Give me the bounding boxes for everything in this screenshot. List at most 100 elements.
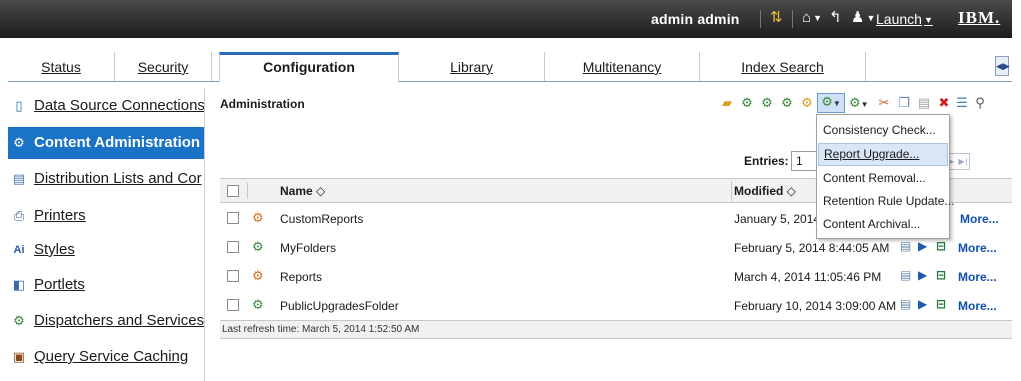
export-folder-icon: ⚙ (252, 268, 264, 283)
home-icon[interactable]: ⌂ ▼ (802, 9, 822, 27)
user-name[interactable]: admin admin (651, 11, 740, 27)
tab-bar: Status Security Configuration Library Mu… (8, 52, 1012, 82)
sidebar-item-portlets[interactable]: ◧ Portlets (8, 269, 204, 301)
sidebar-item-label: Styles (34, 241, 75, 258)
new-folder-icon[interactable]: ▰ (719, 95, 735, 111)
sidebar-item-label: Printers (34, 207, 86, 224)
more-link[interactable]: More... (960, 212, 999, 226)
import-folder-icon: ⚙ (252, 239, 264, 254)
sidebar-item-label: Distribution Lists and Cor (34, 170, 202, 187)
new-export-icon[interactable]: ⚙ (759, 95, 775, 111)
menu-item-content-archival[interactable]: Content Archival... (818, 213, 948, 236)
run-icon[interactable]: ▶ (918, 268, 927, 282)
new-archive-icon[interactable]: ⚙ (799, 95, 815, 111)
table-row[interactable]: ⚙ PublicUpgradesFolder February 10, 2014… (220, 291, 1012, 320)
tab-configuration[interactable]: Configuration (219, 52, 399, 82)
new-job-menu-icon[interactable]: ⚙▼ (849, 95, 869, 111)
tab-scroll-button[interactable]: ◀▶ (995, 56, 1010, 76)
entries-label: Entries: (744, 154, 789, 168)
sidebar-item-dispatchers[interactable]: ⚙ Dispatchers and Services (8, 305, 205, 337)
column-header-name[interactable]: Name ◇ (280, 184, 325, 198)
properties-icon[interactable]: ▤ (900, 297, 911, 311)
row-name[interactable]: Reports (280, 270, 322, 284)
refresh-icon[interactable]: ⇅ (770, 9, 783, 27)
row-actions: ▤ ▶ ⊟ More... (900, 239, 1012, 257)
row-name[interactable]: PublicUpgradesFolder (280, 299, 399, 313)
last-refresh-footer: Last refresh time: March 5, 2014 1:52:50… (220, 320, 1012, 339)
row-checkbox[interactable] (227, 241, 239, 253)
more-link[interactable]: More... (958, 270, 997, 284)
new-import-icon[interactable]: ⚙ (779, 95, 795, 111)
new-job-icon[interactable]: ⚙ (739, 95, 755, 111)
separator (760, 10, 761, 28)
sidebar-item-printers[interactable]: ⎙ Printers (8, 200, 204, 232)
tab-status[interactable]: Status (8, 52, 115, 81)
styles-icon: Ai (13, 244, 25, 256)
select-all-checkbox[interactable] (227, 185, 239, 197)
consistency-dropdown-menu: Consistency Check... Report Upgrade... C… (816, 114, 954, 239)
order-icon[interactable]: ☰ (954, 95, 970, 111)
launch-menu[interactable]: Launch ▼ (876, 11, 933, 27)
ibm-logo: IBM. (958, 8, 1001, 27)
paste-icon[interactable]: ▤ (916, 95, 932, 111)
run-with-options-icon[interactable]: ⊟ (936, 239, 946, 253)
sidebar-item-query-service-caching[interactable]: ▣ Query Service Caching (8, 341, 204, 373)
sidebar-item-content-administration[interactable]: ⚙ Content Administration (8, 127, 204, 159)
tab-multitenancy[interactable]: Multitenancy (545, 52, 700, 81)
tab-index-search[interactable]: Index Search (700, 52, 866, 81)
distribution-list-icon: ▤ (12, 171, 26, 186)
row-actions: ▤ ▶ ⊟ More... (900, 297, 1012, 315)
divider (731, 181, 732, 201)
sidebar-item-label: Query Service Caching (34, 348, 189, 365)
back-icon[interactable]: ↰ (829, 9, 842, 27)
row-modified: February 10, 2014 3:09:00 AM (734, 299, 897, 313)
sidebar-item-label: Data Source Connections (34, 97, 205, 114)
row-modified: February 5, 2014 8:44:05 AM (734, 241, 890, 255)
sidebar-item-styles[interactable]: Ai Styles (8, 234, 204, 266)
sidebar-item-label: Portlets (34, 276, 85, 293)
menu-item-retention-rule-update[interactable]: Retention Rule Update... (818, 190, 954, 213)
row-checkbox[interactable] (227, 299, 239, 311)
properties-icon[interactable]: ▤ (900, 268, 911, 282)
import-folder-icon: ⚙ (252, 297, 264, 312)
more-link[interactable]: More... (958, 299, 997, 313)
run-with-options-icon[interactable]: ⊟ (936, 268, 946, 282)
row-name[interactable]: CustomReports (280, 212, 363, 226)
tab-security[interactable]: Security (115, 52, 212, 81)
run-with-options-icon[interactable]: ⊟ (936, 297, 946, 311)
copy-icon[interactable]: ❐ (896, 95, 912, 111)
row-name[interactable]: MyFolders (280, 241, 336, 255)
user-icon[interactable]: ♟ ▼ (851, 9, 875, 27)
consistency-check-menu-button[interactable]: ⚙▼ (817, 93, 845, 113)
sidebar-item-distribution-lists[interactable]: ▤ Distribution Lists and Cor (8, 163, 204, 195)
row-modified: March 4, 2014 11:05:46 PM (734, 270, 882, 284)
row-checkbox[interactable] (227, 212, 239, 224)
divider (247, 183, 248, 199)
menu-item-content-removal[interactable]: Content Removal... (818, 167, 948, 190)
search-icon[interactable]: ⚲ (972, 95, 988, 111)
row-actions: ▤ ▶ ⊟ More... (900, 268, 1012, 286)
database-icon: ▯ (15, 98, 23, 113)
page-title: Administration (220, 97, 305, 111)
content-admin-icon: ⚙ (13, 135, 25, 150)
sidebar-item-label: Content Administration (34, 134, 201, 151)
row-checkbox[interactable] (227, 270, 239, 282)
delete-icon[interactable]: ✖ (936, 95, 952, 111)
more-link[interactable]: More... (958, 241, 997, 255)
column-header-modified[interactable]: Modified ◇ (734, 184, 796, 198)
cut-icon[interactable]: ✂ (876, 95, 892, 111)
top-bar: admin admin ⇅ ⌂ ▼ ↰ ♟ ▼ Launch ▼ IBM. (0, 0, 1012, 38)
portlet-icon: ◧ (12, 277, 26, 292)
row-modified: January 5, 2014 (734, 212, 821, 226)
sidebar-item-data-source-connections[interactable]: ▯ Data Source Connections (8, 90, 205, 122)
table-row[interactable]: ⚙ Reports March 4, 2014 11:05:46 PM ▤ ▶ … (220, 262, 1012, 291)
tab-library[interactable]: Library (399, 52, 545, 81)
separator (792, 10, 793, 28)
run-icon[interactable]: ▶ (918, 297, 927, 311)
menu-item-report-upgrade[interactable]: Report Upgrade... (818, 143, 948, 166)
query-cache-icon: ▣ (12, 349, 26, 364)
menu-item-consistency-check[interactable]: Consistency Check... (818, 119, 948, 142)
properties-icon[interactable]: ▤ (900, 239, 911, 253)
run-icon[interactable]: ▶ (918, 239, 927, 253)
sidebar-item-label: Dispatchers and Services (34, 312, 205, 329)
